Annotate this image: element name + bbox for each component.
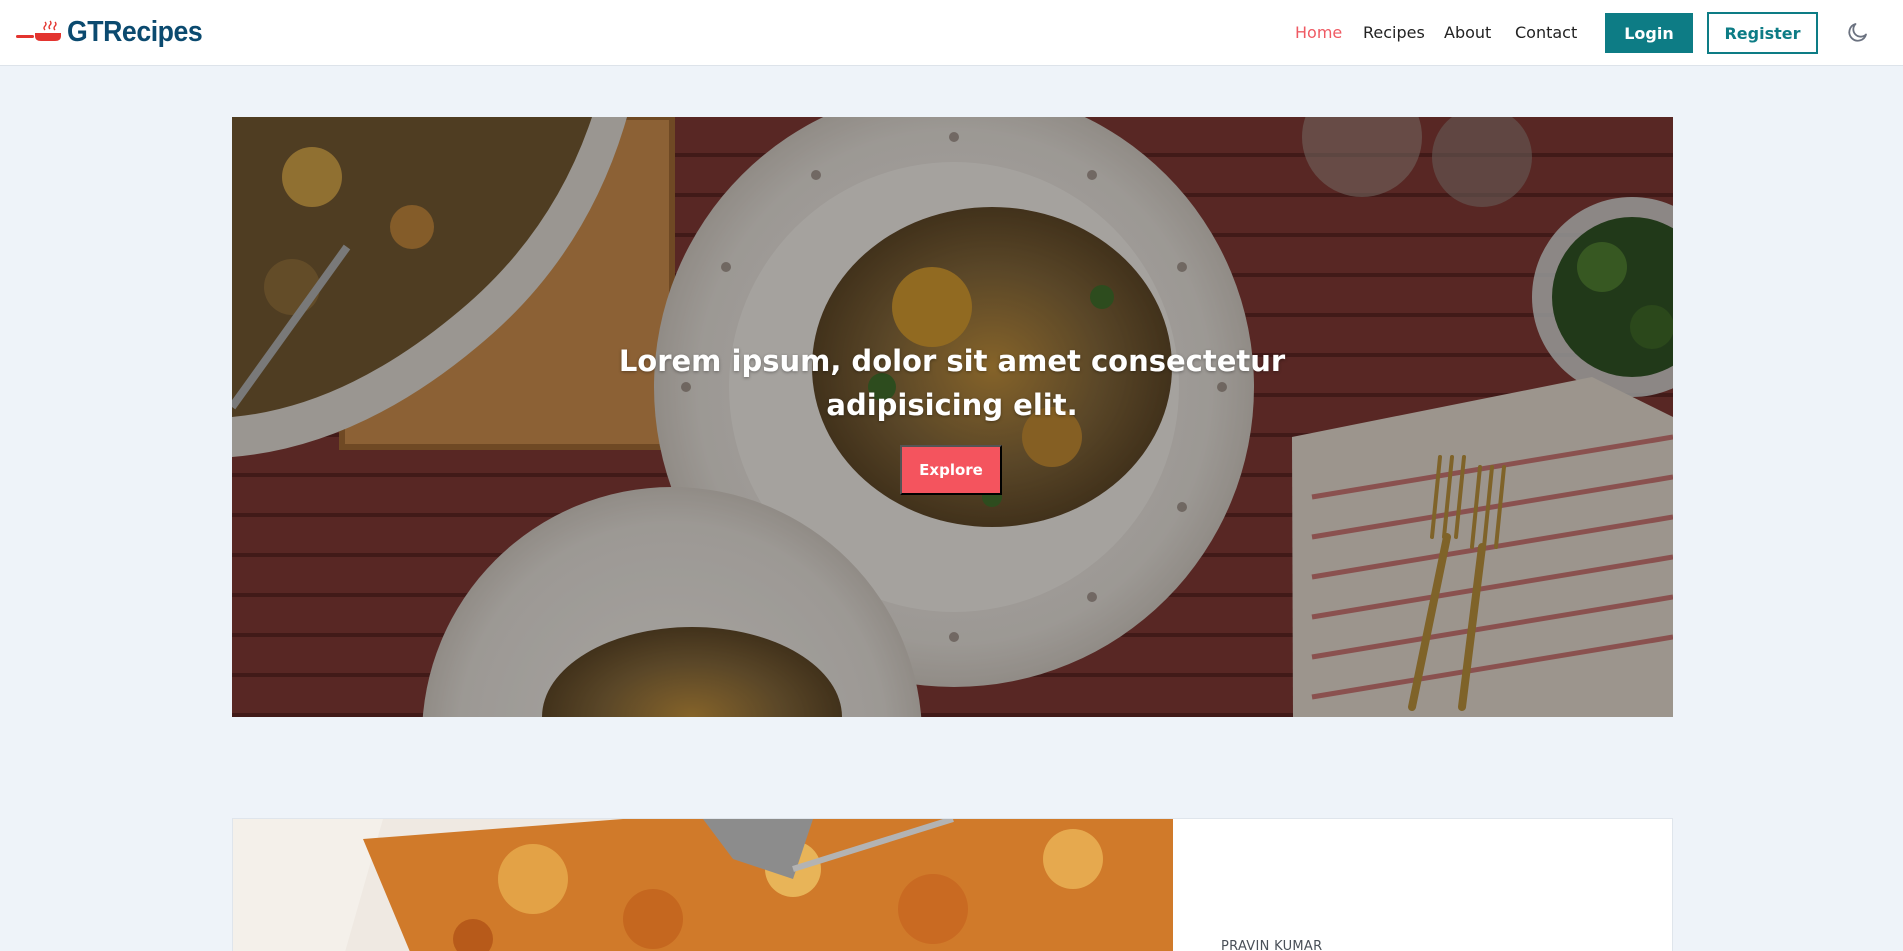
explore-button[interactable]: Explore xyxy=(900,445,1002,495)
register-button[interactable]: Register xyxy=(1707,12,1818,54)
featured-recipe-card[interactable]: PRAVIN KUMAR xyxy=(232,818,1673,951)
hero-banner: Lorem ipsum, dolor sit amet consectetur … xyxy=(232,117,1673,717)
nav-link-contact[interactable]: Contact xyxy=(1515,23,1577,42)
featured-recipe-image xyxy=(233,819,1173,951)
moon-icon xyxy=(1848,23,1867,42)
hero-title: Lorem ipsum, dolor sit amet consectetur … xyxy=(618,344,1286,422)
login-button[interactable]: Login xyxy=(1605,13,1693,53)
nav-link-recipes[interactable]: Recipes xyxy=(1363,23,1425,42)
nav-link-about[interactable]: About xyxy=(1444,23,1491,42)
nav-link-home[interactable]: Home xyxy=(1295,23,1342,42)
featured-food-image xyxy=(233,819,1173,951)
theme-toggle-button[interactable] xyxy=(1846,20,1870,44)
recipe-author: PRAVIN KUMAR xyxy=(1221,939,1323,951)
navbar: GTRecipes Home Recipes About Contact Log… xyxy=(0,0,1903,66)
